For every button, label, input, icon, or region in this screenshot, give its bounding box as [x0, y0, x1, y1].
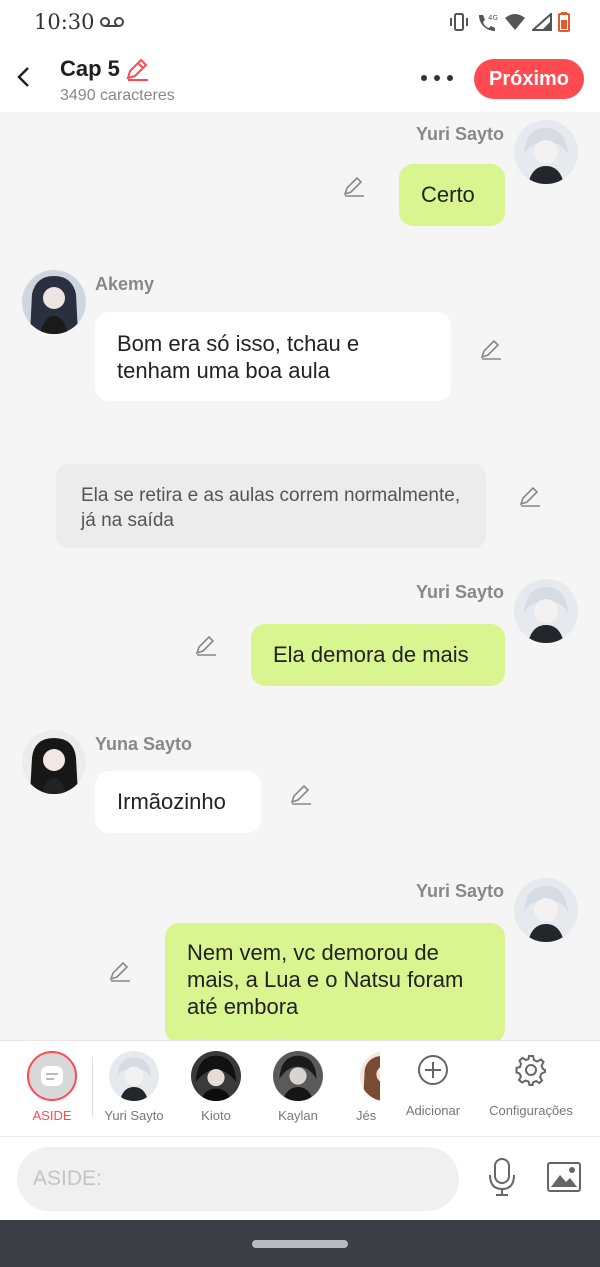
settings-button[interactable]: Configurações: [484, 1051, 578, 1118]
character-yuri[interactable]: Yuri Sayto: [100, 1051, 168, 1123]
character-label: ASIDE: [32, 1108, 72, 1123]
speaker-name: Akemy: [95, 274, 155, 294]
pencil-icon[interactable]: [479, 337, 503, 361]
character-kioto[interactable]: Kioto: [186, 1051, 246, 1123]
pencil-icon[interactable]: [194, 633, 218, 657]
message-text: Irmãozinho: [117, 789, 226, 814]
signal-icon: [532, 13, 552, 31]
avatar: [191, 1051, 241, 1101]
pencil-icon[interactable]: [124, 56, 150, 82]
battery-icon: [558, 12, 570, 32]
status-time: 10:30: [34, 10, 95, 34]
message-text: Ela demora de mais: [273, 642, 469, 667]
avatar[interactable]: [514, 878, 578, 942]
message-text: Bom era só isso, tchau e tenham uma boa …: [117, 331, 360, 383]
pencil-icon[interactable]: [342, 174, 366, 198]
wifi-call-icon: 4G: [479, 14, 498, 31]
back-icon[interactable]: [14, 65, 34, 89]
mic-icon[interactable]: [486, 1157, 518, 1197]
message-input[interactable]: [17, 1147, 459, 1211]
vibrate-icon: [450, 13, 468, 31]
add-character-button[interactable]: Adicionar: [400, 1051, 466, 1118]
status-bar: 10:30 4G: [0, 0, 600, 44]
character-count: 3490 caracteres: [60, 87, 175, 104]
character-aside[interactable]: ASIDE: [20, 1051, 84, 1123]
pencil-icon[interactable]: [518, 484, 542, 508]
speaker-name: Yuri Sayto: [415, 881, 504, 901]
wifi-icon: [505, 14, 525, 30]
message-bubble[interactable]: Nem vem, vc demorou de mais, a Lua e o N…: [165, 923, 505, 1040]
input-bar: [0, 1136, 600, 1220]
speaker-name: Yuna Sayto: [95, 734, 193, 754]
next-button[interactable]: Próximo: [474, 59, 584, 99]
avatar[interactable]: [514, 120, 578, 184]
chat-area[interactable]: Yuri Sayto Certo Akemy Bom era só isso, …: [0, 112, 600, 1040]
message-text: Nem vem, vc demorou de mais, a Lua e o N…: [187, 940, 464, 1019]
character-bar: ASIDE Yuri Sayto Kioto Kaylan Jés Adicio…: [0, 1040, 600, 1136]
home-gesture-bar[interactable]: [252, 1240, 348, 1248]
character-label: Kioto: [201, 1108, 231, 1123]
character-label: Kaylan: [278, 1108, 318, 1123]
character-label: Yuri Sayto: [104, 1108, 164, 1123]
message-bubble[interactable]: Ela demora de mais: [251, 624, 505, 686]
status-icons: 4G: [448, 12, 570, 32]
pencil-icon[interactable]: [289, 782, 313, 806]
message-bubble[interactable]: Bom era só isso, tchau e tenham uma boa …: [95, 312, 451, 401]
avatar: [273, 1051, 323, 1101]
more-icon[interactable]: [420, 74, 454, 82]
message-bubble[interactable]: Irmãozinho: [95, 771, 261, 833]
aside-text: Ela se retira e as aulas correm normalme…: [81, 485, 461, 531]
gear-icon: [515, 1055, 546, 1086]
system-nav-bar: [0, 1220, 600, 1267]
avatar: [360, 1051, 380, 1101]
add-label: Adicionar: [405, 1103, 461, 1118]
character-jes[interactable]: Jés: [356, 1051, 380, 1123]
speaker-name: Yuri Sayto: [415, 124, 504, 144]
avatar[interactable]: [514, 579, 578, 643]
aside-icon: [27, 1051, 77, 1101]
avatar[interactable]: [22, 270, 86, 334]
message-bubble[interactable]: Certo: [399, 164, 505, 226]
avatar[interactable]: [22, 730, 86, 794]
speaker-name: Yuri Sayto: [415, 582, 504, 602]
aside-bubble[interactable]: Ela se retira e as aulas correm normalme…: [56, 464, 486, 548]
pencil-icon[interactable]: [108, 959, 132, 983]
character-kaylan[interactable]: Kaylan: [268, 1051, 328, 1123]
image-icon[interactable]: [546, 1161, 582, 1193]
message-text: Certo: [421, 182, 475, 207]
settings-label: Configurações: [489, 1103, 573, 1118]
divider: [92, 1057, 93, 1117]
avatar: [109, 1051, 159, 1101]
character-label: Jés: [356, 1108, 377, 1123]
chapter-title: Cap 5: [60, 56, 120, 81]
svg-text:4G: 4G: [488, 14, 498, 22]
voicemail-icon: [100, 17, 124, 27]
chapter-header: Cap 5 3490 caracteres Próximo: [0, 44, 600, 112]
add-icon: [418, 1055, 448, 1085]
